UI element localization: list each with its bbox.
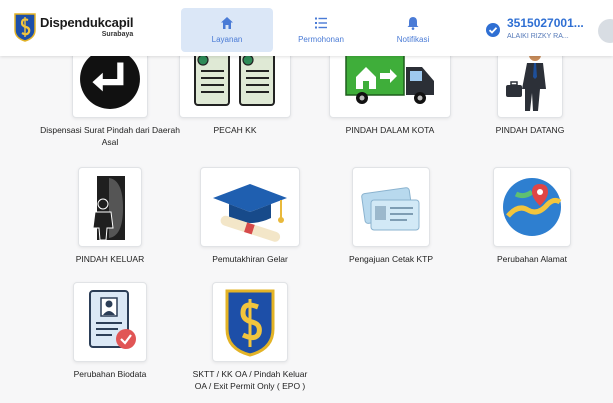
service-label: Pemutakhiran Gelar	[212, 254, 288, 264]
service-perubahan-alamat[interactable]: Perubahan Alamat	[472, 167, 592, 265]
return-arrow-icon	[80, 49, 140, 109]
service-pemutakhiran-gelar[interactable]: Pemutakhiran Gelar	[195, 167, 305, 265]
service-card	[200, 167, 300, 247]
surabaya-emblem-icon	[14, 13, 36, 42]
service-pengajuan-cetak-ktp[interactable]: Pengajuan Cetak KTP	[336, 167, 446, 265]
service-label: SKTT / KK OA / Pindah Keluar OA / Exit P…	[192, 369, 308, 391]
tab-label: Notifikasi	[396, 35, 430, 44]
service-dispensasi-surat-pindah[interactable]: Dispensasi Surat Pindah dari Daerah Asal	[40, 40, 180, 148]
tab-label: Layanan	[211, 35, 243, 44]
id-cards-icon	[361, 187, 420, 231]
app-header: Dispendukcapil Surabaya Layanan Permohon…	[0, 0, 613, 56]
brand[interactable]: Dispendukcapil Surabaya	[14, 9, 133, 45]
tab-permohonan[interactable]: Permohonan	[275, 8, 367, 52]
biodata-document-icon	[89, 290, 136, 349]
service-card	[212, 282, 288, 362]
service-label: PINDAH DALAM KOTA	[345, 125, 435, 135]
list-icon	[315, 17, 327, 29]
service-card	[78, 167, 142, 247]
brand-city: Surabaya	[101, 31, 134, 38]
service-label: Dispensasi Surat Pindah dari Daerah Asal	[40, 125, 180, 147]
map-location-icon	[503, 178, 562, 236]
tab-label: Permohonan	[298, 35, 344, 44]
graduation-cap-icon	[213, 184, 287, 242]
person-exit-door-icon	[92, 176, 125, 241]
profile-id: 3515027001...	[507, 16, 584, 30]
bell-icon	[407, 17, 419, 30]
service-label: Perubahan Alamat	[497, 254, 567, 264]
profile-name: ALAIKI RIZKY RA...	[507, 33, 569, 40]
tab-layanan[interactable]: Layanan	[181, 8, 273, 52]
service-card	[73, 282, 147, 362]
home-icon	[221, 17, 233, 29]
tab-notifikasi[interactable]: Notifikasi	[367, 8, 459, 52]
service-pindah-keluar[interactable]: PINDAH KELUAR	[55, 167, 165, 265]
profile[interactable]: 3515027001... ALAIKI RIZKY RA...	[486, 12, 596, 44]
service-card	[493, 167, 571, 247]
service-label: PINDAH DATANG	[495, 125, 565, 135]
service-label: Pengajuan Cetak KTP	[348, 254, 434, 264]
service-label: Perubahan Biodata	[73, 369, 147, 379]
brand-name: Dispendukcapil	[40, 15, 134, 30]
service-perubahan-biodata[interactable]: Perubahan Biodata	[55, 282, 165, 380]
service-label: PECAH KK	[213, 125, 257, 135]
service-label: PINDAH KELUAR	[75, 254, 145, 264]
surabaya-emblem-icon	[225, 289, 275, 357]
avatar[interactable]	[598, 19, 613, 43]
service-sktt-kk-oa[interactable]: SKTT / KK OA / Pindah Keluar OA / Exit P…	[192, 282, 308, 392]
service-card	[352, 167, 430, 247]
verified-check-icon	[486, 23, 500, 37]
